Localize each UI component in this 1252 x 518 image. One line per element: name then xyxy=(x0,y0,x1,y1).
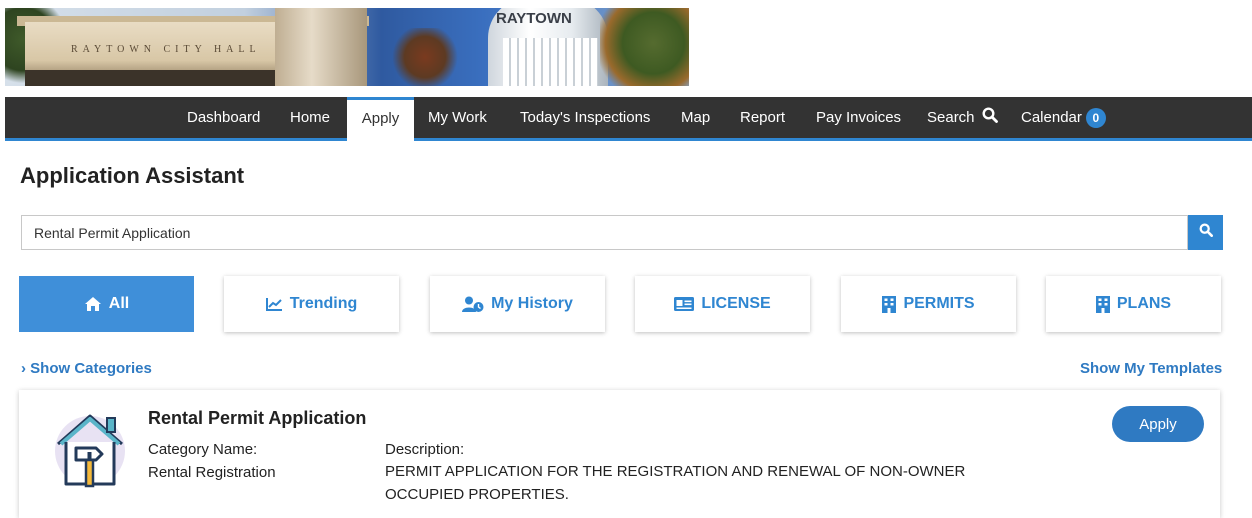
calendar-count-badge: 0 xyxy=(1085,108,1106,129)
nav-pay-invoices[interactable]: Pay Invoices xyxy=(816,97,901,138)
main-nav: Dashboard Home Apply My Work Today's Ins… xyxy=(5,97,1252,141)
filter-tab-my-history[interactable]: My History xyxy=(430,276,605,332)
nav-home-label: Home xyxy=(290,109,331,126)
search-icon xyxy=(1199,223,1213,242)
nav-apply-label: Apply xyxy=(361,110,400,127)
nav-todays-inspections-label: Today's Inspections xyxy=(520,109,651,126)
nav-home[interactable]: Home xyxy=(290,97,330,138)
nav-pay-invoices-label: Pay Invoices xyxy=(816,109,902,126)
application-title[interactable]: Rental Permit Application xyxy=(148,408,366,429)
nav-calendar[interactable]: Calendar 0 xyxy=(1021,97,1106,138)
id-card-icon xyxy=(674,297,695,311)
chevron-right-icon: › xyxy=(21,360,26,377)
banner-water-tower-text: RAYTOWN xyxy=(496,10,572,27)
nav-dashboard[interactable]: Dashboard xyxy=(187,97,260,138)
building-icon xyxy=(1095,295,1110,313)
filter-tab-permits[interactable]: PERMITS xyxy=(841,276,1016,332)
building-icon xyxy=(882,295,897,313)
city-banner-image: RAYTOWN CITY HALL RAYTOWN xyxy=(5,8,689,86)
description-value: PERMIT APPLICATION FOR THE REGISTRATION … xyxy=(385,463,966,503)
nav-dashboard-label: Dashboard xyxy=(187,109,261,126)
nav-search-label: Search xyxy=(927,109,975,126)
filter-tab-label: PERMITS xyxy=(903,295,975,312)
search-icon xyxy=(982,98,998,139)
banner-hall-text: RAYTOWN CITY HALL xyxy=(71,44,261,55)
nav-search[interactable]: Search xyxy=(927,97,998,138)
banner-tree-mid xyxy=(390,28,460,86)
nav-my-work-label: My Work xyxy=(428,109,487,126)
filter-tab-label: All xyxy=(108,295,130,312)
category-name-value: Rental Registration xyxy=(148,464,276,481)
nav-calendar-label: Calendar xyxy=(1021,109,1082,126)
category-name-label: Category Name: xyxy=(148,441,258,458)
nav-my-work[interactable]: My Work xyxy=(428,97,487,138)
filter-tab-trending[interactable]: Trending xyxy=(224,276,399,332)
show-my-templates-link[interactable]: Show My Templates xyxy=(1080,360,1222,377)
search-input[interactable] xyxy=(21,215,1188,250)
search-button[interactable] xyxy=(1188,215,1223,250)
banner-trees-right xyxy=(600,8,689,86)
description-label: Description: xyxy=(385,441,465,458)
show-categories-link[interactable]: › Show Categories xyxy=(21,360,152,377)
nav-apply[interactable]: Apply xyxy=(347,97,414,141)
nav-todays-inspections[interactable]: Today's Inspections xyxy=(520,97,650,138)
filter-tab-label: My History xyxy=(491,295,573,312)
banner-stone-tower xyxy=(275,8,367,86)
show-categories-label: Show Categories xyxy=(30,360,152,377)
filter-tab-all[interactable]: All xyxy=(19,276,194,332)
application-result-card: Rental Permit Application Category Name:… xyxy=(19,390,1220,518)
trending-chart-icon xyxy=(265,297,283,311)
nav-report-label: Report xyxy=(740,109,786,126)
banner-water-tower-stripes xyxy=(503,38,598,86)
house-hammer-icon xyxy=(52,404,132,488)
nav-report[interactable]: Report xyxy=(740,97,785,138)
filter-tab-label: LICENSE xyxy=(701,295,771,312)
page-title: Application Assistant xyxy=(20,163,245,188)
nav-map[interactable]: Map xyxy=(681,97,710,138)
filter-tab-plans[interactable]: PLANS xyxy=(1046,276,1221,332)
nav-map-label: Map xyxy=(681,109,711,126)
filter-tab-license[interactable]: LICENSE xyxy=(635,276,810,332)
apply-button[interactable]: Apply xyxy=(1112,406,1204,442)
filter-tab-label: PLANS xyxy=(1116,295,1172,312)
home-icon xyxy=(84,296,102,312)
user-history-icon xyxy=(462,296,484,312)
filter-tab-label: Trending xyxy=(289,295,358,312)
